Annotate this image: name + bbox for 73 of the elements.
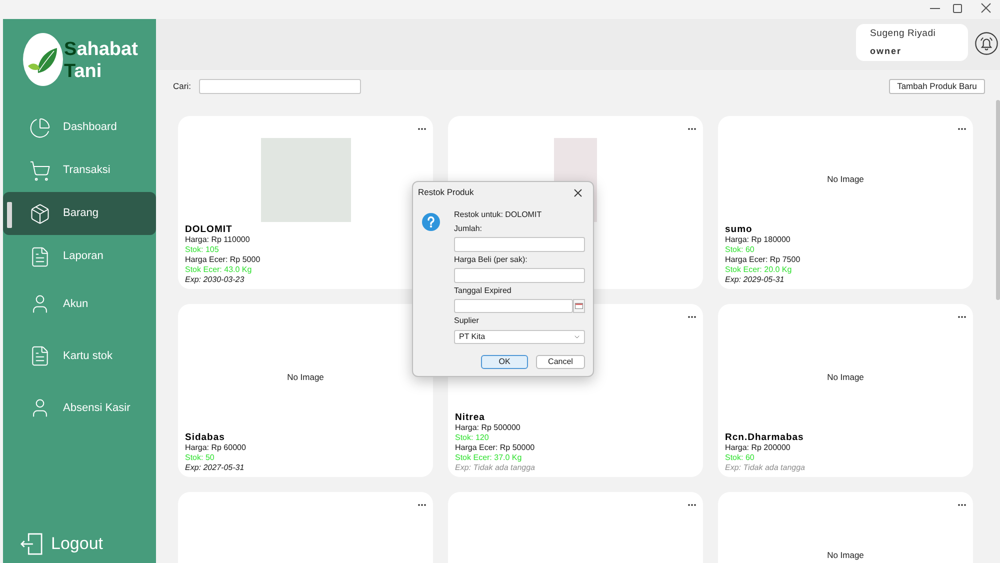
no-image-text: No Image: [827, 371, 864, 384]
maximize-icon[interactable]: [953, 4, 962, 12]
sidebar-item[interactable]: Dashboard: [3, 106, 156, 149]
sidebar-item[interactable]: Absensi Kasir: [3, 382, 156, 434]
add-product-button[interactable]: Tambah Produk Baru: [889, 79, 985, 94]
sidebar-item[interactable]: Barang: [3, 192, 156, 235]
price-text: Harga: Rp 60000: [185, 443, 247, 453]
price-text: Harga: Rp 110000: [185, 235, 251, 245]
selection-indicator: [7, 202, 12, 228]
no-image-text: No Image: [287, 371, 324, 384]
field-label: Tanggal Expired: [454, 286, 512, 296]
stock-text: Stok: 105: [185, 245, 220, 255]
document-icon: [29, 345, 51, 367]
sidebar-item[interactable]: Kartu stok: [3, 330, 156, 382]
field-label: Harga Beli (per sak):: [454, 255, 528, 265]
price-text: Harga Ecer: Rp 5000: [185, 255, 262, 265]
stock-text: Stok: 60: [725, 245, 756, 255]
product-name: Rcn.Dharmabas: [725, 432, 805, 443]
input-field[interactable]: [454, 268, 585, 283]
product-name: DOLOMIT: [185, 224, 234, 235]
search-field[interactable]: [198, 79, 361, 94]
close-icon[interactable]: [574, 188, 582, 196]
expiry-text: Exp: 2027-05-31: [185, 463, 246, 473]
user-role: owner: [870, 46, 903, 57]
no-image-text: No Image: [827, 549, 864, 562]
field-label: Jumlah:: [454, 224, 484, 234]
close-icon[interactable]: [981, 3, 991, 13]
user-name: Sugeng Riyadi: [870, 28, 937, 40]
price-text: Harga: Rp 500000: [455, 423, 522, 433]
dialog-title: Restok Produk: [418, 186, 474, 199]
stock-text: Stok: 120: [455, 433, 490, 443]
no-image-text: No Image: [827, 173, 864, 186]
dialog-message: Restok untuk: DOLOMIT: [454, 210, 543, 220]
cart-icon: [29, 160, 51, 182]
expiry-text: Exp: 2030-03-23: [185, 275, 246, 285]
stock-text: Stok Ecer: 37.0 Kg: [455, 453, 523, 463]
sidebar-item[interactable]: Transaksi: [3, 149, 156, 192]
dialog-button[interactable]: OK: [481, 355, 528, 369]
input-field[interactable]: [454, 237, 585, 252]
supplier-select[interactable]: PT Kita: [454, 330, 585, 344]
price-text: Harga: Rp 180000: [725, 235, 792, 245]
stock-text: Stok Ecer: 20.0 Kg: [725, 265, 793, 275]
sidebar-item[interactable]: Laporan: [3, 235, 156, 278]
field-label: Suplier: [454, 316, 480, 326]
price-text: Harga Ecer: Rp 50000: [455, 443, 536, 453]
dialog-button[interactable]: Cancel: [536, 355, 585, 369]
question-icon: [422, 213, 440, 231]
search-label: Cari:: [173, 80, 191, 93]
stock-text: Stok: 50: [185, 453, 216, 463]
price-text: Harga: Rp 200000: [725, 443, 792, 453]
chevron-icon: [573, 333, 581, 341]
box-icon: [29, 202, 51, 224]
pie-chart-icon: [29, 116, 51, 138]
stock-text: Stok Ecer: 43.0 Kg: [185, 265, 253, 275]
brand-name: Sahabat Tani: [64, 38, 138, 83]
document-icon: [29, 246, 51, 268]
product-name: Nitrea: [455, 412, 486, 423]
sidebar-item[interactable]: Akun: [3, 278, 156, 330]
calendar-icon: [575, 303, 583, 309]
scrollbar-thumb[interactable]: [996, 100, 1000, 300]
expiry-text: Exp: 2029-05-31: [725, 275, 786, 285]
product-name: sumo: [725, 224, 754, 235]
product-name: Sidabas: [185, 432, 226, 443]
stock-text: Stok: 60: [725, 453, 756, 463]
expiry-text: Exp: Tidak ada tangga: [455, 463, 536, 473]
bell-icon[interactable]: [975, 32, 998, 55]
logout-button[interactable]: Logout: [20, 532, 103, 556]
date-field[interactable]: [454, 299, 573, 313]
leaf-logo-icon: [23, 33, 63, 86]
logout-icon: [20, 532, 43, 556]
calendar-button[interactable]: [573, 299, 585, 313]
price-text: Harga Ecer: Rp 7500: [725, 255, 802, 265]
expiry-text: Exp: Tidak ada tangga: [725, 463, 806, 473]
